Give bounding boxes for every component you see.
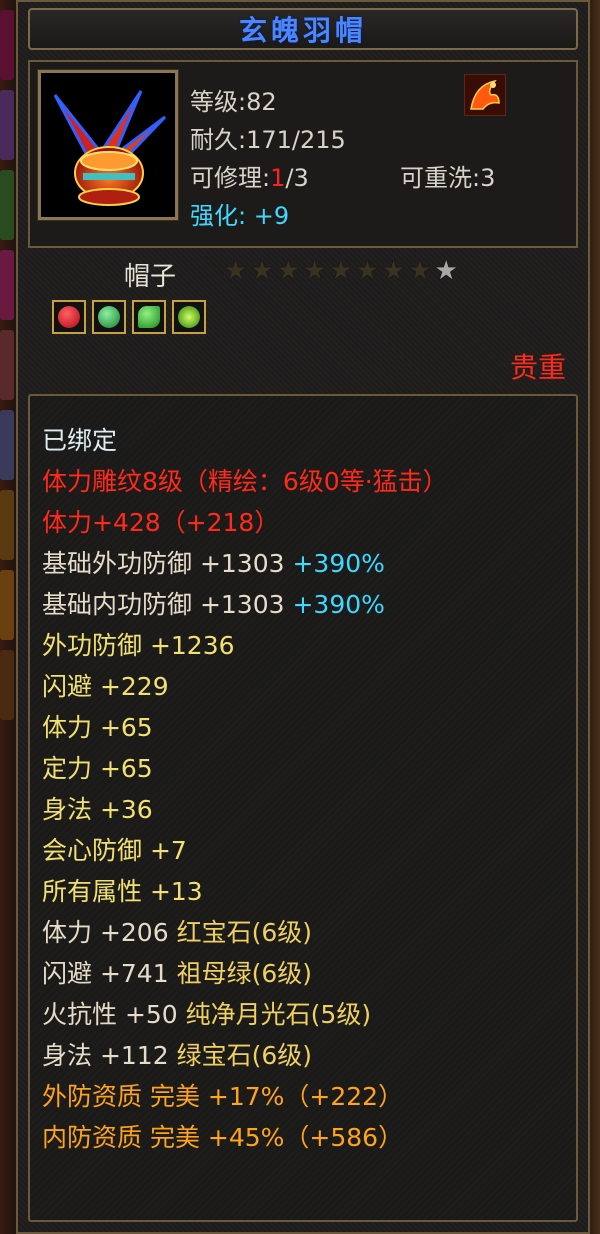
- attribute-text: 纯净月光石(5级): [185, 1000, 372, 1029]
- gem-slots: [52, 300, 206, 334]
- attribute-row: 外功防御 +1236: [42, 625, 448, 666]
- attribute-text: 所有属性 +13: [42, 877, 203, 906]
- attribute-text: 基础外功防御 +1303: [42, 549, 293, 578]
- attribute-row: 已绑定: [42, 420, 448, 461]
- star-icon: ★: [408, 256, 432, 286]
- background-left-edge: [0, 0, 16, 1234]
- attribute-row: 内防资质 完美 +45%（+586）: [42, 1117, 448, 1158]
- item-type-label: 帽子: [124, 262, 177, 292]
- attribute-text: 绿宝石(6级): [176, 1041, 312, 1070]
- star-icon: ★: [434, 256, 458, 286]
- attribute-text: 体力+428（+218）: [42, 508, 280, 537]
- star-icon: ★: [276, 256, 300, 286]
- feather-hat-icon: [53, 90, 167, 206]
- attribute-row: 闪避 +229: [42, 666, 448, 707]
- star-icon: ★: [381, 256, 406, 286]
- item-type-panel: 帽子 ★ ★ ★ ★ ★ ★ ★ ★ ★ 贵重: [28, 254, 578, 386]
- attribute-text: 闪避 +229: [42, 672, 169, 701]
- attribute-text: 身法 +36: [42, 795, 153, 824]
- attribute-text: +390%: [292, 590, 385, 619]
- attribute-row: 闪避 +741 祖母绿(6级): [42, 953, 448, 994]
- attribute-row: 定力 +65: [42, 748, 448, 789]
- attribute-text: 体力 +206: [42, 918, 177, 947]
- edge-slot: [0, 410, 14, 480]
- durability-stat: 耐久:171/215: [190, 126, 346, 154]
- attribute-text: 身法 +112: [42, 1041, 177, 1070]
- star-icon: ★: [250, 256, 274, 286]
- edge-slot: [0, 90, 14, 160]
- star-icon: ★: [224, 256, 248, 286]
- attribute-text: 体力雕纹8级（精绘：6级0等·猛击）: [42, 467, 448, 496]
- attribute-text: 闪避 +741: [42, 959, 177, 988]
- green-round-gem-icon: [172, 300, 206, 334]
- attribute-row: 所有属性 +13: [42, 871, 448, 912]
- item-tooltip: 玄魄羽帽 等级:82 耐久:171/215 可修理:1/3 可重洗:3 强化: …: [16, 0, 590, 1234]
- star-icon: ★: [302, 256, 327, 286]
- repair-stat: 可修理:1/3: [190, 158, 309, 193]
- flame-bird-icon: [464, 74, 506, 116]
- attribute-text: 已绑定: [42, 426, 118, 455]
- edge-slot: [0, 650, 14, 720]
- attribute-row: 体力 +206 红宝石(6级): [42, 912, 448, 953]
- red-gem-icon: [52, 300, 86, 334]
- attribute-row: 身法 +112 绿宝石(6级): [42, 1035, 448, 1076]
- edge-slot: [0, 250, 14, 320]
- item-name: 玄魄羽帽: [238, 14, 367, 47]
- attribute-text: 红宝石(6级): [176, 918, 312, 947]
- attribute-text: 外功防御 +1236: [42, 631, 235, 660]
- attribute-row: 会心防御 +7: [42, 830, 448, 871]
- attribute-row: 外防资质 完美 +17%（+222）: [42, 1076, 448, 1117]
- green-jade-gem-icon: [132, 300, 166, 334]
- attribute-text: 基础内功防御 +1303: [42, 590, 293, 619]
- attribute-row: 身法 +36: [42, 789, 448, 830]
- attribute-text: 定力 +65: [42, 754, 153, 783]
- edge-slot: [0, 570, 14, 640]
- repair-prefix: 可修理:: [190, 164, 271, 192]
- attribute-list: 已绑定体力雕纹8级（精绘：6级0等·猛击） 体力+428（+218） 基础外功防御 …: [42, 420, 448, 1158]
- attribute-text: 祖母绿(6级): [176, 959, 312, 988]
- repair-current: 1: [270, 164, 286, 192]
- attribute-row: 体力+428（+218）: [42, 502, 448, 543]
- attribute-text: 会心防御 +7: [42, 836, 187, 865]
- title-bar: 玄魄羽帽: [28, 8, 578, 50]
- edge-slot: [0, 330, 14, 400]
- attribute-row: 火抗性 +50 纯净月光石(5级): [42, 994, 448, 1035]
- attribute-row: 基础内功防御 +1303 +390%: [42, 584, 448, 625]
- attributes-panel: 已绑定体力雕纹8级（精绘：6级0等·猛击） 体力+428（+218） 基础外功防御 …: [28, 394, 578, 1222]
- star-rating: ★ ★ ★ ★ ★ ★ ★ ★ ★: [224, 258, 458, 284]
- star-icon: ★: [329, 256, 353, 286]
- star-icon: ★: [355, 256, 379, 286]
- attribute-text: 外防资质 完美 +17%（+222）: [42, 1082, 404, 1111]
- repair-suffix: /3: [285, 164, 309, 192]
- attribute-text: 体力 +65: [42, 713, 153, 742]
- attribute-row: 体力雕纹8级（精绘：6级0等·猛击）: [42, 461, 448, 502]
- attribute-row: 体力 +65: [42, 707, 448, 748]
- green-leaf-gem-icon: [92, 300, 126, 334]
- edge-slot: [0, 170, 14, 240]
- attribute-text: +390%: [292, 549, 385, 578]
- rarity-label: 贵重: [509, 351, 566, 384]
- level-stat: 等级:82: [190, 88, 277, 116]
- item-summary-panel: 等级:82 耐久:171/215 可修理:1/3 可重洗:3 强化: +9: [28, 60, 578, 248]
- enhance-stat: 强化: +9: [190, 202, 290, 230]
- attribute-text: 火抗性 +50: [42, 1000, 186, 1029]
- edge-slot: [0, 10, 14, 80]
- rewash-stat: 可重洗:3: [400, 164, 496, 192]
- attribute-row: 基础外功防御 +1303 +390%: [42, 543, 448, 584]
- edge-slot: [0, 490, 14, 560]
- item-icon: [37, 69, 179, 221]
- attribute-text: 内防资质 完美 +45%（+586）: [42, 1123, 404, 1152]
